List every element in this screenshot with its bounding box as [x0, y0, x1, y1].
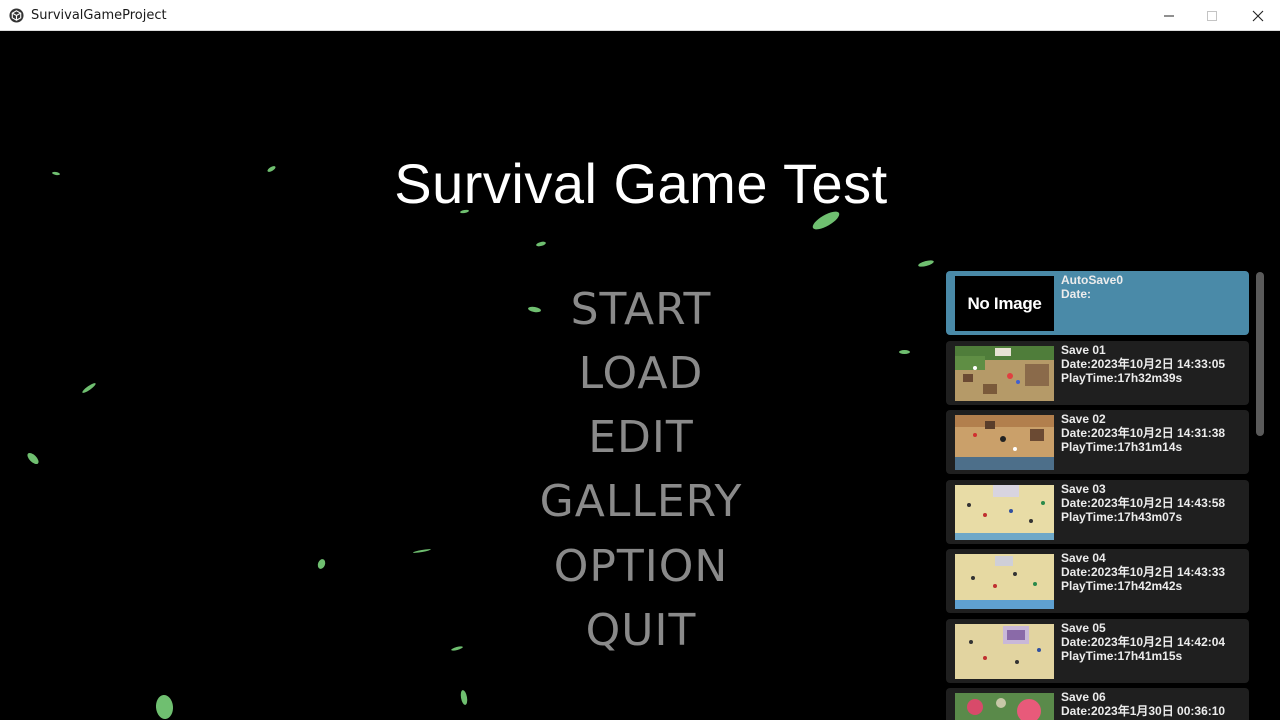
save-thumbnail: [955, 554, 1054, 609]
save-name: AutoSave0: [1061, 273, 1124, 287]
game-title: Survival Game Test: [394, 152, 888, 215]
save-date: Date:: [1061, 287, 1092, 301]
save-thumbnail: [955, 415, 1054, 470]
save-info: Save 05 Date:2023年10月2日 14:42:04 PlayTim…: [1061, 621, 1225, 663]
save-info: Save 04 Date:2023年10月2日 14:43:33 PlayTim…: [1061, 551, 1225, 593]
save-thumbnail: [955, 624, 1054, 679]
save-slot[interactable]: Save 01 Date:2023年10月2日 14:33:05 PlayTim…: [946, 341, 1249, 405]
save-info: Save 02 Date:2023年10月2日 14:31:38 PlayTim…: [1061, 412, 1225, 454]
save-playtime: PlayTime:17h31m14s: [1061, 440, 1183, 454]
save-date: Date:2023年10月2日 14:43:58: [1061, 496, 1226, 510]
save-thumbnail: [955, 693, 1054, 720]
save-info: Save 06 Date:2023年1月30日 00:36:10: [1061, 690, 1225, 718]
save-name: Save 04: [1061, 551, 1106, 565]
save-slot-list: No Image AutoSave0 Date: Save 01 Date:20…: [945, 271, 1251, 720]
save-date: Date:2023年10月2日 14:31:38: [1061, 426, 1226, 440]
minimize-icon: [1164, 15, 1174, 16]
save-name: Save 05: [1061, 621, 1106, 635]
close-icon: [1252, 10, 1264, 21]
save-slot[interactable]: Save 03 Date:2023年10月2日 14:43:58 PlayTim…: [946, 480, 1249, 544]
maximize-button[interactable]: [1189, 0, 1235, 31]
window-titlebar: SurvivalGameProject: [0, 0, 1280, 31]
leaf-particle: [459, 689, 469, 706]
unity-cube-icon: [9, 8, 24, 23]
save-slot[interactable]: No Image AutoSave0 Date:: [946, 271, 1249, 335]
save-name: Save 02: [1061, 412, 1106, 426]
minimize-button[interactable]: [1146, 0, 1192, 31]
scrollbar-thumb[interactable]: [1256, 272, 1264, 436]
save-name: Save 06: [1061, 690, 1106, 704]
close-button[interactable]: [1235, 0, 1280, 31]
save-date: Date:2023年10月2日 14:33:05: [1061, 357, 1226, 371]
save-playtime: PlayTime:17h43m07s: [1061, 510, 1183, 524]
save-date: Date:2023年10月2日 14:43:33: [1061, 565, 1226, 579]
save-list-scrollbar[interactable]: [1256, 272, 1264, 720]
save-info: Save 01 Date:2023年10月2日 14:33:05 PlayTim…: [1061, 343, 1225, 385]
save-thumbnail: [955, 485, 1054, 540]
maximize-icon: [1207, 10, 1217, 21]
save-info: AutoSave0 Date:: [1061, 273, 1123, 301]
save-playtime: PlayTime:17h42m42s: [1061, 579, 1183, 593]
save-slot[interactable]: Save 05 Date:2023年10月2日 14:42:04 PlayTim…: [946, 619, 1249, 683]
leaf-particle: [917, 259, 935, 268]
save-thumbnail: [955, 346, 1054, 401]
save-slot[interactable]: Save 04 Date:2023年10月2日 14:43:33 PlayTim…: [946, 549, 1249, 613]
save-playtime: PlayTime:17h41m15s: [1061, 649, 1183, 663]
save-slot[interactable]: Save 06 Date:2023年1月30日 00:36:10: [946, 688, 1249, 720]
save-thumbnail: No Image: [955, 276, 1054, 331]
leaf-particle: [535, 240, 547, 248]
window-title: SurvivalGameProject: [31, 8, 167, 23]
save-playtime: PlayTime:17h32m39s: [1061, 371, 1183, 385]
save-name: Save 03: [1061, 482, 1106, 496]
save-name: Save 01: [1061, 343, 1106, 357]
save-date: Date:2023年10月2日 14:42:04: [1061, 635, 1226, 649]
save-info: Save 03 Date:2023年10月2日 14:43:58 PlayTim…: [1061, 482, 1225, 524]
save-date: Date:2023年1月30日 00:36:10: [1061, 704, 1226, 718]
save-slot[interactable]: Save 02 Date:2023年10月2日 14:31:38 PlayTim…: [946, 410, 1249, 474]
leaf-particle: [154, 694, 175, 720]
